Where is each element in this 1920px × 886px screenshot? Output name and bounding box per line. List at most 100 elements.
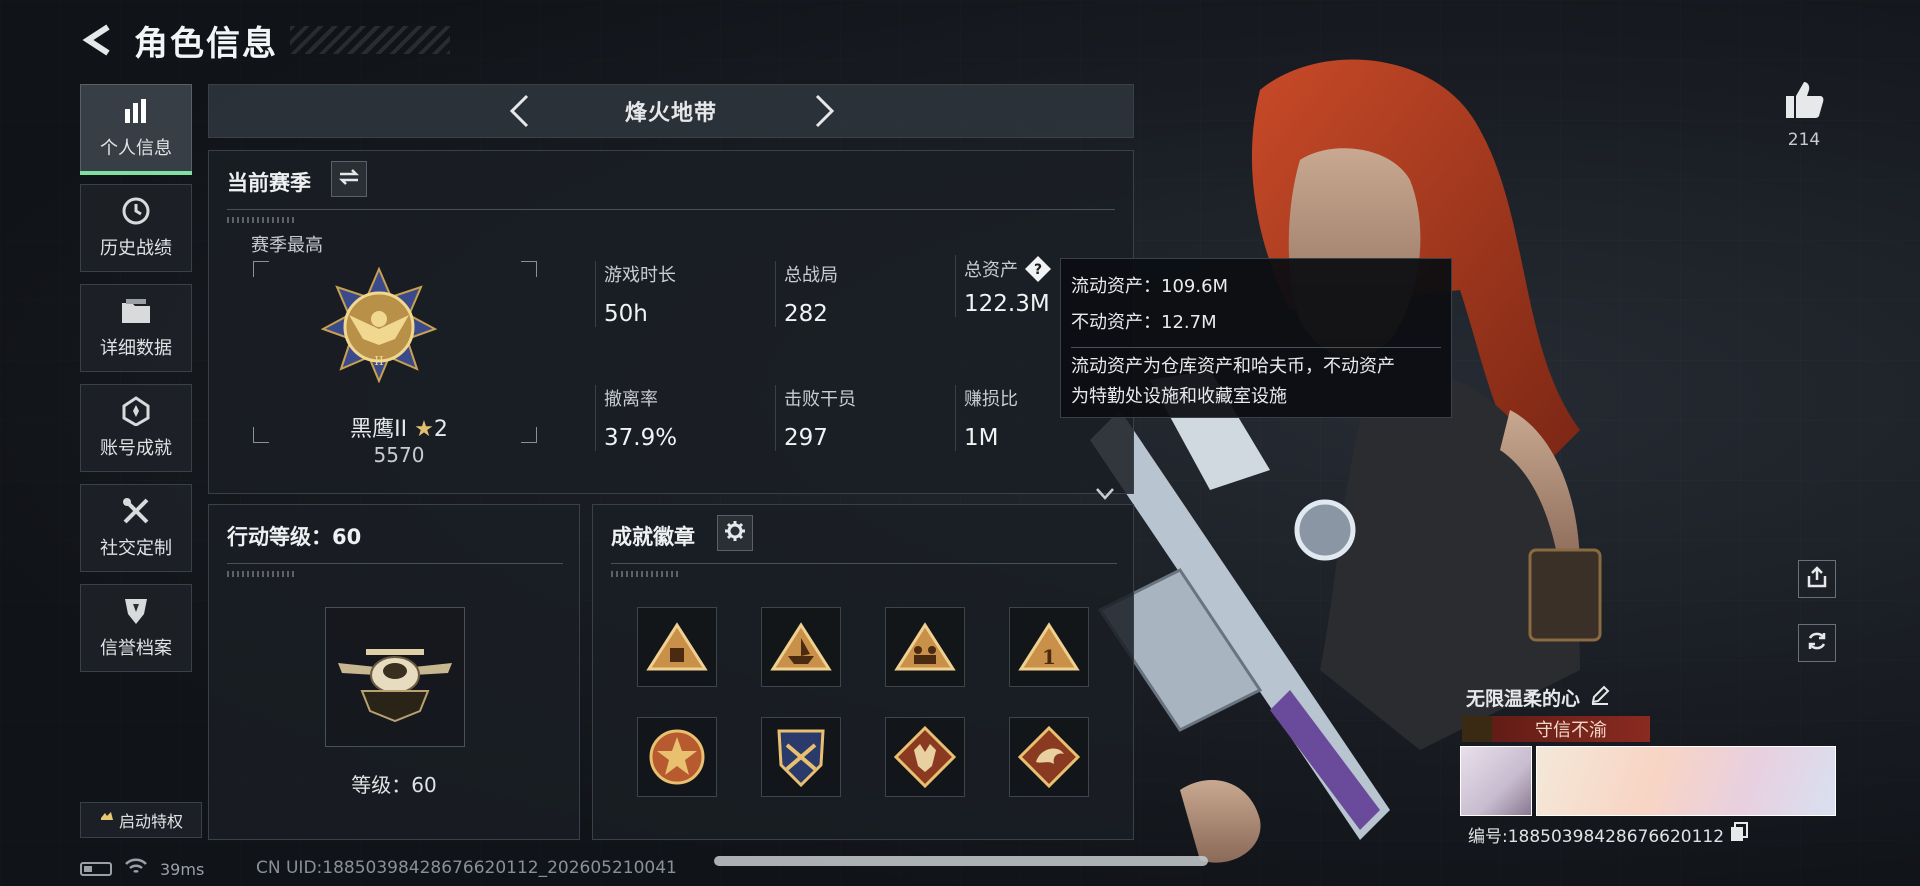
uid-text: CN UID:1885039842867662011​2_20260521004… (256, 858, 677, 878)
avatar[interactable] (1460, 746, 1532, 816)
season-best-label: 赛季最高 (251, 235, 323, 256)
stat-label: 游戏时长 (604, 265, 676, 286)
divider (227, 209, 1115, 210)
stat-label: 总战局 (784, 265, 838, 286)
copy-icon[interactable] (1730, 822, 1749, 847)
privilege-label: 启动特权 (118, 812, 183, 831)
sidebar-item-label: 历史战绩 (100, 238, 172, 259)
crest-badge-icon (777, 729, 825, 788)
soldiers-triangle-badge-icon (894, 622, 956, 671)
stat-extraction-rate: 撤离率 37.9% (595, 385, 677, 451)
stat-label-row: 总资产 ? (964, 255, 1052, 283)
boat-triangle-badge-icon (770, 622, 832, 671)
tooltip-liquid-assets: 流动资产：109.6M (1071, 276, 1229, 297)
stat-label: 击败干员 (784, 389, 856, 410)
achievement-badge[interactable] (885, 607, 965, 687)
stat-operators-defeated: 击败干员 297 (775, 385, 856, 451)
mode-next-icon[interactable] (807, 93, 843, 129)
start-privilege-button[interactable]: 启动特权 (80, 802, 202, 838)
player-title-bar[interactable]: 守信不渝 (1462, 716, 1650, 742)
page-title: 角色信息 (134, 23, 278, 64)
svg-text:1: 1 (1042, 645, 1056, 669)
stat-label: 撤离率 (604, 389, 658, 410)
refresh-button[interactable] (1798, 624, 1836, 662)
stat-label: 总资产 (964, 260, 1018, 281)
achievement-badge[interactable] (761, 717, 841, 797)
tooltip-fixed-assets: 不动资产：12.7M (1071, 312, 1217, 333)
achievement-badge[interactable] (761, 607, 841, 687)
achievements-title: 成就徽章 (611, 525, 695, 549)
sidebar-item-label: 信誉档案 (100, 638, 172, 659)
divider-dots (227, 217, 297, 223)
mode-selector: 烽火地带 (208, 84, 1134, 138)
season-switch-button[interactable] (331, 161, 367, 197)
stat-value: 1M (964, 425, 999, 451)
bar-chart-icon (120, 96, 152, 126)
divider (227, 563, 563, 564)
sidebar-item-label: 详细数据 (100, 338, 172, 359)
achievement-badge[interactable] (637, 607, 717, 687)
rank-name-row: 黑鹰II ★2 (269, 411, 529, 443)
sidebar-item-social[interactable]: 社交定制 (80, 484, 192, 572)
stat-value: 122.3M (964, 291, 1050, 317)
sidebar-item-detailed-data[interactable]: 详细数据 (80, 284, 192, 372)
back-arrow-icon[interactable] (78, 22, 114, 58)
sidebar-item-history[interactable]: 历史战绩 (80, 184, 192, 272)
action-level-panel: 行动等级：60 等级：60 (208, 504, 580, 840)
stat-play-time: 游戏时长 50h (595, 261, 676, 327)
chevron-down-icon[interactable] (1095, 487, 1115, 501)
help-icon[interactable]: ? (1024, 255, 1052, 283)
status-bar: 39ms (80, 858, 204, 880)
stat-value: 297 (784, 425, 828, 451)
sidebar-item-label: 社交定制 (100, 538, 172, 559)
ping-value: 39ms (160, 859, 205, 879)
share-button[interactable] (1798, 560, 1836, 598)
title-decoration (290, 26, 450, 54)
title-emblem-icon (1462, 716, 1492, 742)
tools-icon (120, 496, 152, 526)
stat-profit-ratio: 赚损比 1M (955, 385, 1018, 451)
history-icon (120, 196, 152, 226)
mode-prev-icon[interactable] (501, 93, 537, 129)
divider-dots (227, 571, 297, 577)
stat-value: 37.9% (604, 425, 678, 451)
battery-icon (80, 862, 112, 876)
sidebar-item-personal-info[interactable]: 个人信息 (80, 84, 192, 175)
wifi-icon (124, 858, 148, 880)
rank-badge-icon: II (321, 267, 437, 383)
dragon-diamond-badge-icon (1018, 726, 1080, 788)
sidebar-item-label: 个人信息 (100, 138, 172, 159)
medal-icon (120, 396, 152, 426)
profile-banner[interactable] (1536, 746, 1836, 816)
mode-title: 烽火地带 (624, 101, 717, 126)
thumbs-up-icon[interactable] (1784, 80, 1824, 120)
action-level-title: 行动等级：60 (227, 525, 362, 549)
player-name-row: 无限温柔的心 (1466, 684, 1610, 711)
edit-icon[interactable] (1590, 685, 1610, 710)
player-id: 编号:1885039842867662011​2 (1468, 827, 1725, 847)
stat-value: 282 (784, 301, 828, 327)
privilege-icon (99, 810, 115, 830)
helicopter-badge-icon (338, 649, 452, 723)
player-title: 守信不渝 (1535, 720, 1607, 741)
tooltip-divider (1071, 347, 1441, 348)
home-indicator[interactable] (714, 856, 1208, 866)
achievement-badge[interactable] (1009, 717, 1089, 797)
season-title: 当前赛季 (227, 171, 311, 195)
sidebar-nav: 个人信息 历史战绩 详细数据 账号成就 社交定制 信誉档案 (80, 84, 192, 684)
level-text: 等级：60 (351, 773, 437, 797)
achievement-badge[interactable] (637, 717, 717, 797)
swap-icon (338, 168, 360, 190)
star-medal-badge-icon (649, 729, 705, 785)
folder-icon (120, 296, 152, 326)
sidebar-item-achievements[interactable]: 账号成就 (80, 384, 192, 472)
svg-text:?: ? (1034, 262, 1042, 278)
tooltip-note-line-1: 流动资产为仓库资产和哈夫币，不动资产 (1071, 356, 1395, 377)
badge-settings-button[interactable] (717, 515, 753, 551)
season-panel: 当前赛季 赛季最高 II 黑鹰II ★2 5570 游戏时长 50h 总战局 2… (208, 150, 1134, 500)
sidebar-item-reputation[interactable]: 信誉档案 (80, 584, 192, 672)
achievement-badge[interactable] (885, 717, 965, 797)
achievement-badge[interactable]: 1 (1009, 607, 1089, 687)
shield-icon (120, 596, 152, 626)
rank-stars: 2 (433, 417, 448, 442)
